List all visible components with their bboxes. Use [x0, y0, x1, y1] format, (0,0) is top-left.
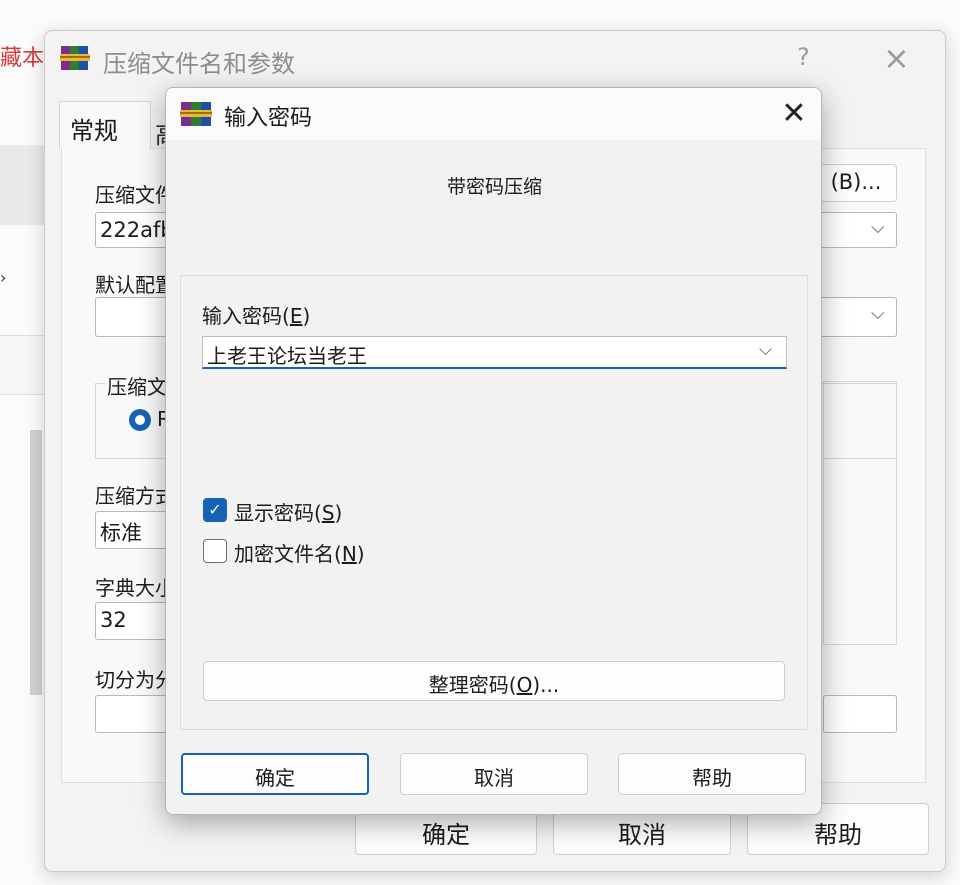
archive-format-label: 压缩文	[105, 371, 169, 400]
background-window-fragment-text: 藏本	[0, 46, 45, 71]
chevron-down-icon[interactable]: ⌵	[759, 340, 772, 360]
enter-password-dialog: 输入密码 ✕ 带密码压缩 输入密码(E) 上老王论坛当老王 ⌵ ✓ 显示密码(S…	[165, 87, 822, 815]
label-text: 加密文件名(	[234, 542, 342, 566]
chevron-down-icon[interactable]: ⌵	[871, 217, 885, 238]
password-field-label: 输入密码(E)	[202, 300, 310, 329]
label-text: 显示密码(	[234, 501, 322, 525]
dialog-title: 压缩文件名和参数	[103, 50, 295, 78]
access-key: S	[321, 501, 335, 525]
winrar-books-icon	[180, 102, 212, 126]
ok-button[interactable]: 确定	[181, 753, 369, 795]
dialog-title: 输入密码	[224, 106, 313, 131]
access-key: O	[516, 673, 533, 697]
tab-general[interactable]: 常规	[59, 101, 151, 149]
options-group	[823, 381, 897, 645]
split-volumes-label: 切分为分	[95, 668, 175, 692]
format-radio-rar[interactable]	[129, 409, 151, 431]
background-toolbar-band	[0, 145, 45, 225]
archive-name-label: 压缩文件	[95, 183, 175, 207]
label-text: )	[334, 501, 343, 525]
close-icon[interactable]: ✕	[774, 94, 814, 134]
show-password-checkbox[interactable]: ✓	[203, 498, 227, 522]
label-text: 整理密码(	[428, 673, 517, 697]
label-text: )	[302, 304, 311, 328]
dialog-header: 带密码压缩	[446, 176, 542, 198]
encrypt-file-names-checkbox[interactable]	[203, 539, 227, 563]
password-input[interactable]: 上老王论坛当老王	[202, 336, 787, 369]
browse-button[interactable]: (B)...	[815, 164, 897, 202]
help-icon[interactable]: ?	[797, 43, 810, 71]
set-password-field[interactable]	[823, 695, 897, 733]
encrypt-file-names-label[interactable]: 加密文件名(N)	[234, 538, 365, 567]
dictionary-size-label: 字典大小	[95, 576, 175, 600]
label-text: )...	[532, 673, 560, 697]
access-key: N	[341, 542, 357, 566]
background-scrollbar[interactable]	[30, 430, 42, 695]
background-arrow-glyph: ›	[0, 268, 7, 287]
show-password-label[interactable]: 显示密码(S)	[234, 497, 342, 526]
access-key: E	[289, 304, 303, 328]
method-label: 压缩方式	[95, 484, 175, 508]
background-panel-band	[0, 335, 45, 395]
chevron-down-icon[interactable]: ⌵	[871, 303, 885, 324]
label-text: 输入密码(	[202, 304, 290, 328]
label-text: )	[356, 542, 365, 566]
organize-passwords-button[interactable]: 整理密码(O)...	[203, 661, 785, 701]
help-button[interactable]: 帮助	[618, 753, 806, 795]
cancel-button[interactable]: 取消	[400, 753, 588, 795]
winrar-books-icon	[60, 46, 90, 70]
close-icon[interactable]: ×	[883, 39, 910, 77]
default-profile-label: 默认配置	[95, 273, 175, 297]
